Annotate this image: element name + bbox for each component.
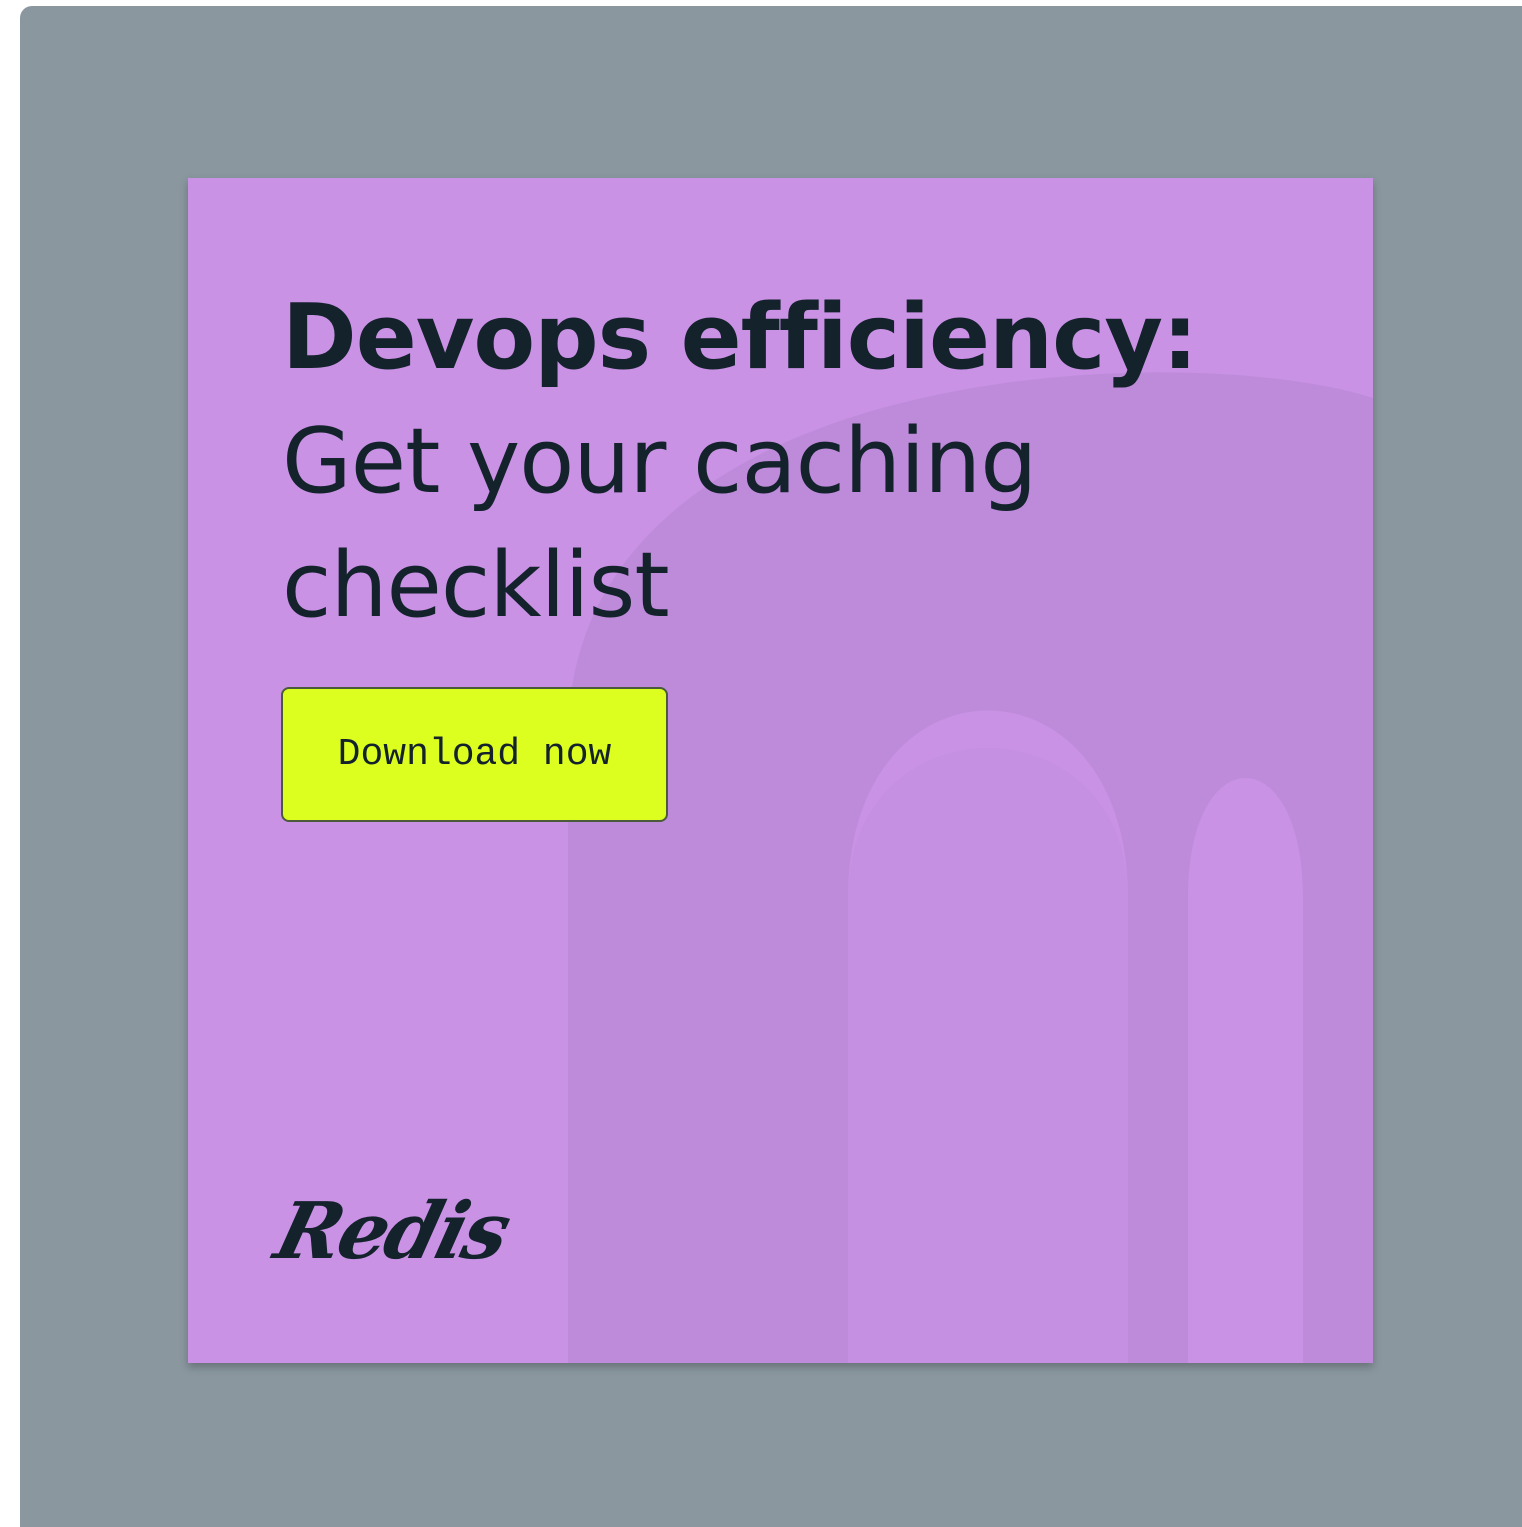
download-now-button[interactable]: Download now (281, 687, 668, 822)
ad-banner[interactable]: Devops efficiency: Get your caching chec… (188, 178, 1373, 1363)
headline-bold-line: Devops efficiency: (282, 285, 1198, 390)
ad-headline: Devops efficiency: Get your caching chec… (282, 276, 1198, 648)
redis-logo: Redis (266, 1186, 517, 1277)
headline-regular-lines: Get your caching checklist (282, 409, 1037, 638)
